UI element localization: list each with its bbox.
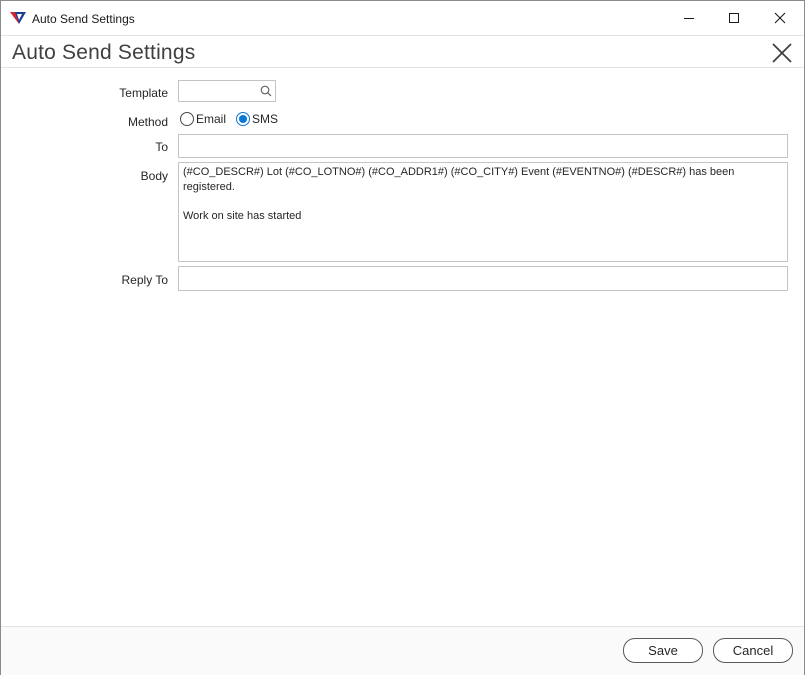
to-label: To xyxy=(155,140,168,154)
app-logo-icon xyxy=(10,12,26,24)
save-button[interactable]: Save xyxy=(623,638,703,663)
template-label: Template xyxy=(119,86,168,100)
reply-to-label: Reply To xyxy=(121,273,168,287)
maximize-icon xyxy=(729,13,739,23)
search-icon[interactable] xyxy=(259,84,273,98)
method-label: Method xyxy=(127,115,168,129)
reply-to-field[interactable] xyxy=(178,266,788,291)
window-close-button[interactable] xyxy=(757,1,803,35)
close-icon xyxy=(774,12,786,24)
template-picker xyxy=(178,80,276,102)
method-sms-radio[interactable]: SMS xyxy=(236,110,278,128)
template-input[interactable] xyxy=(181,83,255,99)
body-label: Body xyxy=(140,169,168,183)
window-title: Auto Send Settings xyxy=(32,12,135,26)
method-email-label: Email xyxy=(196,112,227,126)
method-email-radio[interactable]: Email xyxy=(180,110,226,128)
method-sms-label: SMS xyxy=(252,112,279,126)
dialog-footer: Save Cancel xyxy=(1,626,804,675)
dialog-header: Auto Send Settings xyxy=(1,35,804,68)
minimize-button[interactable] xyxy=(666,1,712,35)
to-field[interactable] xyxy=(178,134,788,158)
body-textarea[interactable]: (#CO_DESCR#) Lot (#CO_LOTNO#) (#CO_ADDR1… xyxy=(178,162,788,262)
maximize-button[interactable] xyxy=(711,1,757,35)
auto-send-settings-window: Auto Send Settings Auto Send Settings Te… xyxy=(0,0,805,675)
title-bar[interactable]: Auto Send Settings xyxy=(1,1,804,35)
radio-unchecked-icon xyxy=(180,112,194,126)
cancel-button[interactable]: Cancel xyxy=(713,638,793,663)
dialog-close-icon[interactable] xyxy=(770,41,794,65)
minimize-icon xyxy=(684,18,694,19)
dialog-title: Auto Send Settings xyxy=(12,41,196,64)
radio-checked-icon xyxy=(236,112,250,126)
